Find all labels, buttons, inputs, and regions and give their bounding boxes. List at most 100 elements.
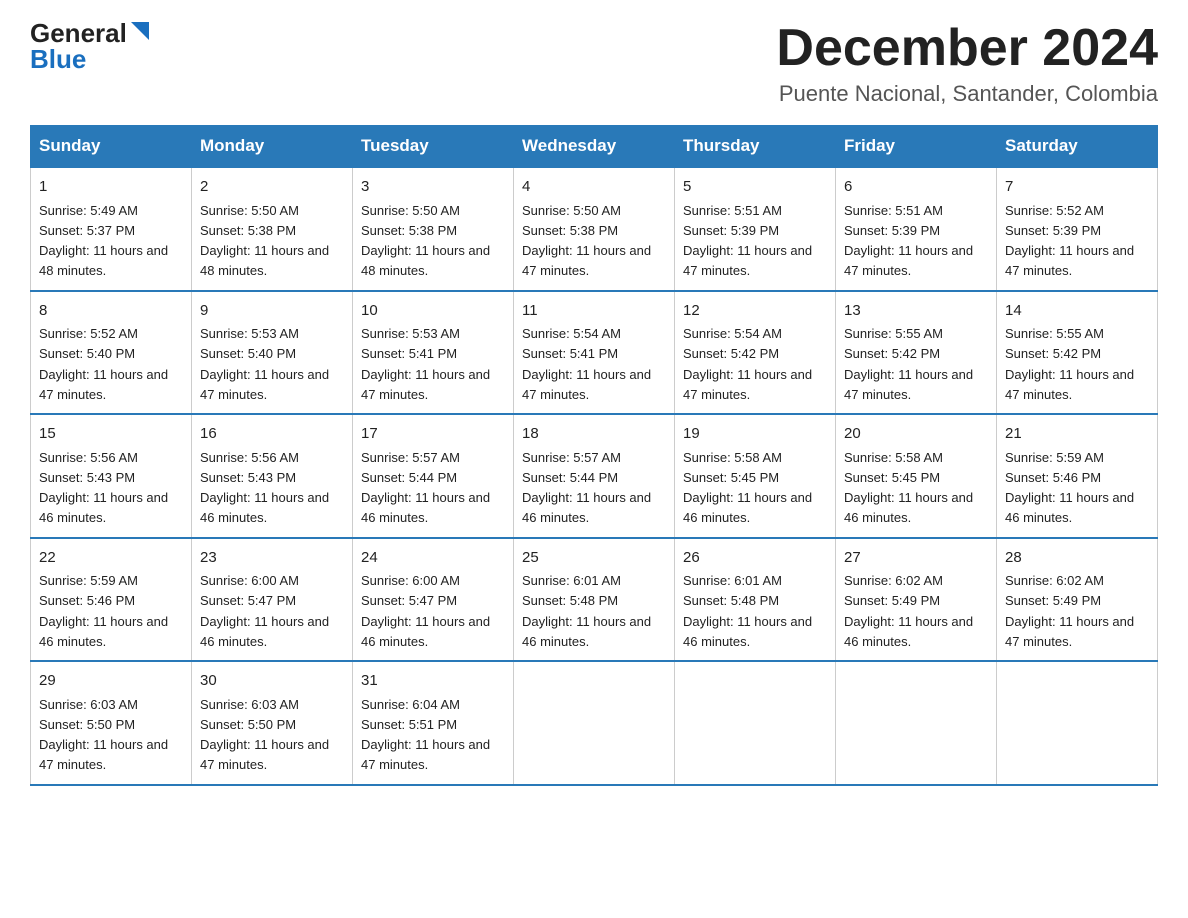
- day-number: 25: [522, 547, 666, 570]
- table-row: 6 Sunrise: 5:51 AMSunset: 5:39 PMDayligh…: [836, 167, 997, 291]
- logo-blue-text: Blue: [30, 46, 86, 72]
- day-info: Sunrise: 5:53 AMSunset: 5:41 PMDaylight:…: [361, 326, 490, 402]
- day-info: Sunrise: 5:58 AMSunset: 5:45 PMDaylight:…: [844, 450, 973, 526]
- table-row: 8 Sunrise: 5:52 AMSunset: 5:40 PMDayligh…: [31, 291, 192, 415]
- calendar-table: Sunday Monday Tuesday Wednesday Thursday…: [30, 125, 1158, 786]
- day-number: 29: [39, 670, 183, 693]
- table-row: 7 Sunrise: 5:52 AMSunset: 5:39 PMDayligh…: [997, 167, 1158, 291]
- col-wednesday: Wednesday: [514, 126, 675, 168]
- table-row: 14 Sunrise: 5:55 AMSunset: 5:42 PMDaylig…: [997, 291, 1158, 415]
- day-info: Sunrise: 6:01 AMSunset: 5:48 PMDaylight:…: [522, 573, 651, 649]
- title-block: December 2024 Puente Nacional, Santander…: [776, 20, 1158, 107]
- table-row: [514, 661, 675, 785]
- month-title: December 2024: [776, 20, 1158, 77]
- table-row: 17 Sunrise: 5:57 AMSunset: 5:44 PMDaylig…: [353, 414, 514, 538]
- day-number: 19: [683, 423, 827, 446]
- table-row: 9 Sunrise: 5:53 AMSunset: 5:40 PMDayligh…: [192, 291, 353, 415]
- day-number: 13: [844, 300, 988, 323]
- day-info: Sunrise: 5:51 AMSunset: 5:39 PMDaylight:…: [844, 203, 973, 279]
- day-info: Sunrise: 5:59 AMSunset: 5:46 PMDaylight:…: [39, 573, 168, 649]
- col-friday: Friday: [836, 126, 997, 168]
- table-row: 5 Sunrise: 5:51 AMSunset: 5:39 PMDayligh…: [675, 167, 836, 291]
- table-row: [675, 661, 836, 785]
- day-info: Sunrise: 6:01 AMSunset: 5:48 PMDaylight:…: [683, 573, 812, 649]
- day-info: Sunrise: 5:52 AMSunset: 5:40 PMDaylight:…: [39, 326, 168, 402]
- calendar-week-row: 8 Sunrise: 5:52 AMSunset: 5:40 PMDayligh…: [31, 291, 1158, 415]
- day-info: Sunrise: 6:02 AMSunset: 5:49 PMDaylight:…: [844, 573, 973, 649]
- day-number: 7: [1005, 176, 1149, 199]
- table-row: 28 Sunrise: 6:02 AMSunset: 5:49 PMDaylig…: [997, 538, 1158, 662]
- day-info: Sunrise: 5:52 AMSunset: 5:39 PMDaylight:…: [1005, 203, 1134, 279]
- day-number: 10: [361, 300, 505, 323]
- table-row: [997, 661, 1158, 785]
- day-info: Sunrise: 5:54 AMSunset: 5:42 PMDaylight:…: [683, 326, 812, 402]
- table-row: 13 Sunrise: 5:55 AMSunset: 5:42 PMDaylig…: [836, 291, 997, 415]
- day-number: 2: [200, 176, 344, 199]
- day-info: Sunrise: 5:57 AMSunset: 5:44 PMDaylight:…: [361, 450, 490, 526]
- day-number: 12: [683, 300, 827, 323]
- day-info: Sunrise: 6:04 AMSunset: 5:51 PMDaylight:…: [361, 697, 490, 773]
- day-number: 22: [39, 547, 183, 570]
- day-info: Sunrise: 5:55 AMSunset: 5:42 PMDaylight:…: [1005, 326, 1134, 402]
- table-row: 1 Sunrise: 5:49 AMSunset: 5:37 PMDayligh…: [31, 167, 192, 291]
- day-info: Sunrise: 6:00 AMSunset: 5:47 PMDaylight:…: [361, 573, 490, 649]
- logo-triangle-icon: [131, 22, 149, 40]
- table-row: 4 Sunrise: 5:50 AMSunset: 5:38 PMDayligh…: [514, 167, 675, 291]
- day-number: 17: [361, 423, 505, 446]
- day-number: 28: [1005, 547, 1149, 570]
- day-info: Sunrise: 5:50 AMSunset: 5:38 PMDaylight:…: [200, 203, 329, 279]
- table-row: 27 Sunrise: 6:02 AMSunset: 5:49 PMDaylig…: [836, 538, 997, 662]
- table-row: 3 Sunrise: 5:50 AMSunset: 5:38 PMDayligh…: [353, 167, 514, 291]
- col-thursday: Thursday: [675, 126, 836, 168]
- col-sunday: Sunday: [31, 126, 192, 168]
- table-row: 21 Sunrise: 5:59 AMSunset: 5:46 PMDaylig…: [997, 414, 1158, 538]
- day-number: 15: [39, 423, 183, 446]
- calendar-week-row: 1 Sunrise: 5:49 AMSunset: 5:37 PMDayligh…: [31, 167, 1158, 291]
- day-number: 8: [39, 300, 183, 323]
- day-number: 18: [522, 423, 666, 446]
- day-number: 24: [361, 547, 505, 570]
- day-number: 26: [683, 547, 827, 570]
- day-info: Sunrise: 5:50 AMSunset: 5:38 PMDaylight:…: [522, 203, 651, 279]
- calendar-body: 1 Sunrise: 5:49 AMSunset: 5:37 PMDayligh…: [31, 167, 1158, 785]
- day-info: Sunrise: 5:57 AMSunset: 5:44 PMDaylight:…: [522, 450, 651, 526]
- logo: General Blue: [30, 20, 149, 72]
- day-number: 30: [200, 670, 344, 693]
- col-saturday: Saturday: [997, 126, 1158, 168]
- col-monday: Monday: [192, 126, 353, 168]
- table-row: 12 Sunrise: 5:54 AMSunset: 5:42 PMDaylig…: [675, 291, 836, 415]
- col-tuesday: Tuesday: [353, 126, 514, 168]
- day-number: 31: [361, 670, 505, 693]
- table-row: 30 Sunrise: 6:03 AMSunset: 5:50 PMDaylig…: [192, 661, 353, 785]
- day-info: Sunrise: 5:56 AMSunset: 5:43 PMDaylight:…: [39, 450, 168, 526]
- day-number: 5: [683, 176, 827, 199]
- day-number: 14: [1005, 300, 1149, 323]
- day-number: 16: [200, 423, 344, 446]
- day-number: 23: [200, 547, 344, 570]
- day-info: Sunrise: 6:02 AMSunset: 5:49 PMDaylight:…: [1005, 573, 1134, 649]
- table-row: 31 Sunrise: 6:04 AMSunset: 5:51 PMDaylig…: [353, 661, 514, 785]
- table-row: [836, 661, 997, 785]
- location-title: Puente Nacional, Santander, Colombia: [776, 81, 1158, 107]
- day-info: Sunrise: 6:03 AMSunset: 5:50 PMDaylight:…: [200, 697, 329, 773]
- day-number: 1: [39, 176, 183, 199]
- day-info: Sunrise: 5:50 AMSunset: 5:38 PMDaylight:…: [361, 203, 490, 279]
- table-row: 25 Sunrise: 6:01 AMSunset: 5:48 PMDaylig…: [514, 538, 675, 662]
- day-info: Sunrise: 5:59 AMSunset: 5:46 PMDaylight:…: [1005, 450, 1134, 526]
- day-number: 3: [361, 176, 505, 199]
- day-number: 21: [1005, 423, 1149, 446]
- calendar-week-row: 29 Sunrise: 6:03 AMSunset: 5:50 PMDaylig…: [31, 661, 1158, 785]
- day-number: 27: [844, 547, 988, 570]
- table-row: 23 Sunrise: 6:00 AMSunset: 5:47 PMDaylig…: [192, 538, 353, 662]
- day-info: Sunrise: 5:55 AMSunset: 5:42 PMDaylight:…: [844, 326, 973, 402]
- table-row: 2 Sunrise: 5:50 AMSunset: 5:38 PMDayligh…: [192, 167, 353, 291]
- day-info: Sunrise: 5:54 AMSunset: 5:41 PMDaylight:…: [522, 326, 651, 402]
- table-row: 20 Sunrise: 5:58 AMSunset: 5:45 PMDaylig…: [836, 414, 997, 538]
- calendar-week-row: 22 Sunrise: 5:59 AMSunset: 5:46 PMDaylig…: [31, 538, 1158, 662]
- table-row: 22 Sunrise: 5:59 AMSunset: 5:46 PMDaylig…: [31, 538, 192, 662]
- day-number: 4: [522, 176, 666, 199]
- day-number: 6: [844, 176, 988, 199]
- day-info: Sunrise: 5:51 AMSunset: 5:39 PMDaylight:…: [683, 203, 812, 279]
- day-info: Sunrise: 5:56 AMSunset: 5:43 PMDaylight:…: [200, 450, 329, 526]
- table-row: 15 Sunrise: 5:56 AMSunset: 5:43 PMDaylig…: [31, 414, 192, 538]
